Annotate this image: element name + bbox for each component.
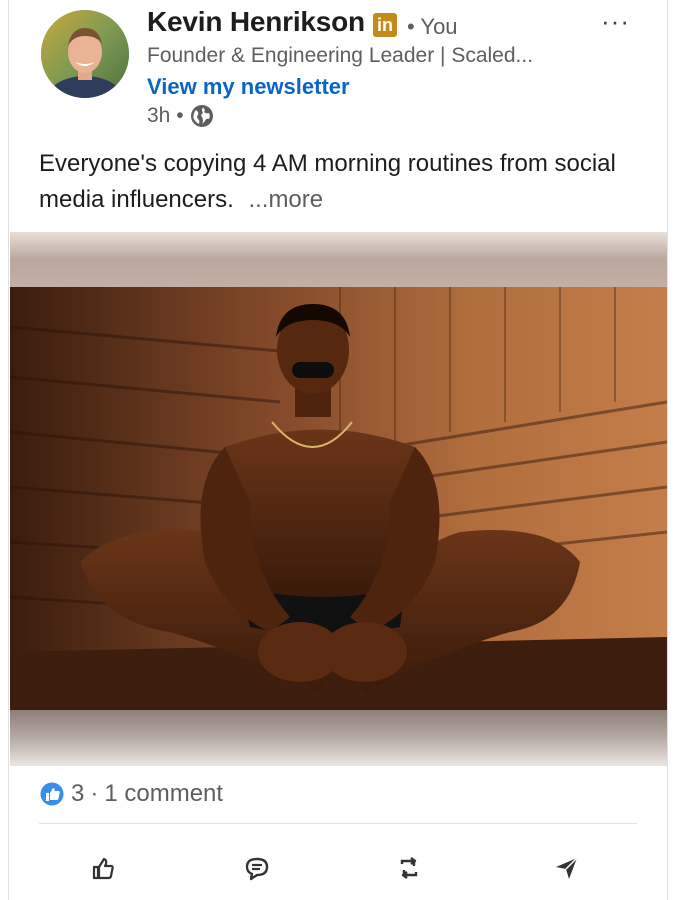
author-name[interactable]: Kevin Henrikson [147,6,365,38]
like-reaction-icon [39,781,65,807]
post-card: Kevin Henrikson in • You Founder & Engin… [8,0,668,900]
author-avatar[interactable] [41,10,129,98]
post-action-bar [9,846,667,890]
repost-button[interactable] [387,846,431,890]
author-headline: Founder & Engineering Leader | Scaled... [147,44,534,67]
post-meta: 3h • [147,104,214,128]
divider [39,823,637,824]
count-separator: · [90,780,99,807]
post-body: Everyone's copying 4 AM morning routines… [39,146,639,218]
like-button[interactable] [81,846,125,890]
connection-degree: • You [407,14,458,39]
comment-count[interactable]: 1 comment [104,780,223,808]
repost-icon [400,857,418,879]
comment-icon [245,857,269,881]
more-options-icon[interactable]: ··· [601,6,630,37]
see-more-link[interactable]: ...more [248,186,323,213]
thumbs-up-icon [92,857,114,880]
view-newsletter-link[interactable]: View my newsletter [147,74,350,100]
post-timestamp: 3h • [147,104,184,127]
linkedin-premium-badge-icon: in [373,13,397,37]
globe-icon [190,104,214,128]
social-counts[interactable]: 3 · 1 comment [39,780,223,808]
send-icon [556,857,578,879]
post-body-text: Everyone's copying 4 AM morning routines… [39,150,616,213]
post-image[interactable] [10,232,667,766]
send-button[interactable] [545,846,589,890]
reaction-count[interactable]: 3 [71,780,84,808]
comment-button[interactable] [235,846,279,890]
